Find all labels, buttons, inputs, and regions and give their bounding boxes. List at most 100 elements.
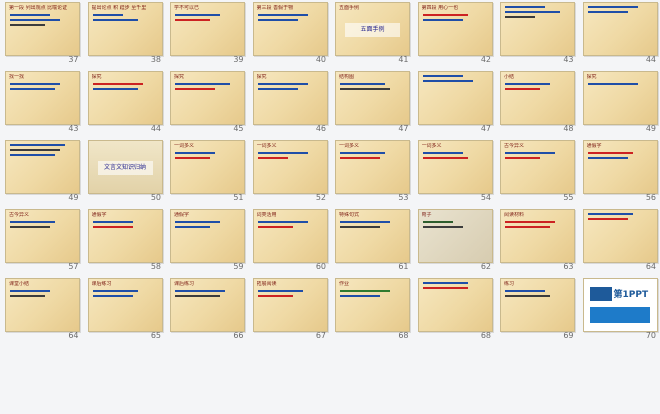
slide-number: 41	[398, 55, 409, 64]
slide-thumbnail-42[interactable]: 第四段 用心一也 42	[413, 0, 496, 69]
slide-thumbnail-49[interactable]: 探究 49	[578, 69, 660, 138]
slide-preview-text: 学不可以已	[174, 5, 200, 11]
slide-number: 42	[480, 55, 491, 64]
slide-thumbnail-37[interactable]: 第一段 列出观点 比喻论证 37	[0, 0, 83, 69]
slide-thumbnail-48[interactable]: 小结 48	[495, 69, 578, 138]
slide-preview-text: 探究	[586, 74, 597, 80]
slide-number: 45	[233, 124, 244, 133]
slide-thumbnail-66[interactable]: 课后练习 66	[165, 276, 248, 345]
slide-number: 44	[150, 124, 161, 133]
slide-preview-text: 一词多义	[339, 143, 360, 149]
slide-preview-text: 第一段 列出观点 比喻论证	[9, 5, 68, 11]
slide-thumbnail-68b[interactable]: 68	[413, 276, 496, 345]
slide-thumbnail-67[interactable]: 拓展阅读 67	[248, 276, 331, 345]
slide-number: 43	[563, 55, 574, 64]
slide-thumbnail-43b[interactable]: 找一找 43	[0, 69, 83, 138]
slide-title: 文言文知识归纳	[97, 161, 153, 175]
slide-preview: 学不可以已	[170, 2, 245, 56]
slide-thumbnail-62[interactable]: 荀子 62	[413, 207, 496, 276]
slide-thumbnail-59[interactable]: 通假字 59	[165, 207, 248, 276]
slide-number: 63	[563, 262, 574, 271]
slide-thumbnail-44[interactable]: 44	[578, 0, 660, 69]
slide-thumbnail-54[interactable]: 一词多义 54	[413, 138, 496, 207]
slide-thumbnail-65[interactable]: 课后练习 65	[83, 276, 166, 345]
slide-thumbnail-69[interactable]: 练习 69	[495, 276, 578, 345]
slide-preview: 结构图	[335, 71, 410, 125]
slide-thumbnail-53[interactable]: 一词多义 53	[330, 138, 413, 207]
slide-number: 48	[563, 124, 574, 133]
slide-number: 46	[315, 124, 326, 133]
slide-number: 40	[315, 55, 326, 64]
slide-number: 70	[645, 331, 656, 340]
slide-thumbnail-50a[interactable]: 49	[0, 138, 83, 207]
slide-thumbnail-68[interactable]: 作业 68	[330, 276, 413, 345]
slide-preview	[582, 2, 658, 56]
slide-preview: 探究	[87, 71, 163, 125]
slide-preview	[5, 140, 80, 194]
slide-preview: 课堂小结	[5, 278, 80, 332]
slide-thumbnail-43[interactable]: 43	[495, 0, 578, 69]
slide-preview-text: 第三段 善假于物	[256, 5, 294, 11]
slide-preview: 阅读材料	[500, 209, 575, 263]
slide-thumbnail-44b[interactable]: 探究 44	[83, 69, 166, 138]
slide-preview: 一词多义	[335, 140, 410, 194]
slide-preview: 探究	[252, 71, 328, 125]
slide-preview-text: 通假字	[174, 212, 190, 218]
slide-thumbnail-56[interactable]: 通假字 56	[578, 138, 660, 207]
slide-number: 44	[645, 55, 656, 64]
slide-preview-text: 探究	[174, 74, 185, 80]
slide-thumbnail-41[interactable]: 五面手例 五面手例 41	[330, 0, 413, 69]
slide-preview-text: 第四段 用心一也	[421, 5, 459, 11]
slide-thumbnail-52[interactable]: 一词多义 52	[248, 138, 331, 207]
slide-thumbnail-51[interactable]: 一词多义 51	[165, 138, 248, 207]
slide-preview-text: 课后练习	[91, 281, 112, 287]
slide-preview-text: 荀子	[421, 212, 432, 218]
slide-preview: 通假字	[582, 140, 658, 194]
slide-preview	[417, 71, 493, 125]
slide-thumbnail-39[interactable]: 学不可以已 39	[165, 0, 248, 69]
slide-thumbnail-63[interactable]: 阅读材料 63	[495, 207, 578, 276]
slide-preview-text: 词类活用	[256, 212, 277, 218]
slide-number: 47	[480, 124, 491, 133]
slide-preview: 一词多义	[252, 140, 328, 194]
slide-number: 37	[68, 55, 79, 64]
slide-thumbnail-47b[interactable]: 47	[413, 69, 496, 138]
slide-thumbnail-70[interactable]: 第1PPT 70	[578, 276, 660, 345]
slide-preview: 一词多义	[170, 140, 245, 194]
slide-thumbnail-50[interactable]: 文言文知识归纳 50	[83, 138, 166, 207]
slide-preview-text: 特殊句式	[339, 212, 360, 218]
slide-thumbnail-61[interactable]: 特殊句式 61	[330, 207, 413, 276]
slide-preview-text: 课堂小结	[9, 281, 30, 287]
slide-thumbnail-40[interactable]: 第三段 善假于物 40	[248, 0, 331, 69]
slide-thumbnail-64[interactable]: 课堂小结 64	[0, 276, 83, 345]
slide-preview: 第四段 用心一也	[417, 2, 493, 56]
slide-preview-text: 找一找	[9, 74, 25, 80]
slide-thumbnail-57[interactable]: 古今异义 57	[0, 207, 83, 276]
slide-thumbnail-64a[interactable]: 64	[578, 207, 660, 276]
slide-preview-text: 课后练习	[174, 281, 195, 287]
slide-thumbnail-38[interactable]: 提出论点 积 跬步 至千里 38	[83, 0, 166, 69]
slide-number: 65	[150, 331, 161, 340]
slide-preview: 拓展阅读	[252, 278, 328, 332]
logo-box	[589, 287, 612, 301]
slide-preview-text: 一词多义	[174, 143, 195, 149]
slide-preview: 第一段 列出观点 比喻论证	[5, 2, 80, 56]
slide-preview: 探究	[582, 71, 658, 125]
slide-number: 58	[150, 262, 161, 271]
slide-preview: 第三段 善假于物	[252, 2, 328, 56]
slide-thumbnail-47[interactable]: 结构图 47	[330, 69, 413, 138]
slide-number: 69	[563, 331, 574, 340]
slide-thumbnail-60[interactable]: 词类活用 60	[248, 207, 331, 276]
slide-number: 64	[68, 331, 79, 340]
slide-thumbnail-46[interactable]: 探究 46	[248, 69, 331, 138]
slide-preview-text: 探究	[91, 74, 102, 80]
slide-number: 61	[398, 262, 409, 271]
slide-thumbnail-45[interactable]: 探究 45	[165, 69, 248, 138]
slide-number: 56	[645, 193, 656, 202]
slide-thumbnail-58[interactable]: 通假字 58	[83, 207, 166, 276]
slide-number: 67	[315, 331, 326, 340]
slide-number: 66	[233, 331, 244, 340]
slide-number: 49	[645, 124, 656, 133]
slide-thumbnail-55[interactable]: 古今异义 55	[495, 138, 578, 207]
slide-number: 53	[398, 193, 409, 202]
